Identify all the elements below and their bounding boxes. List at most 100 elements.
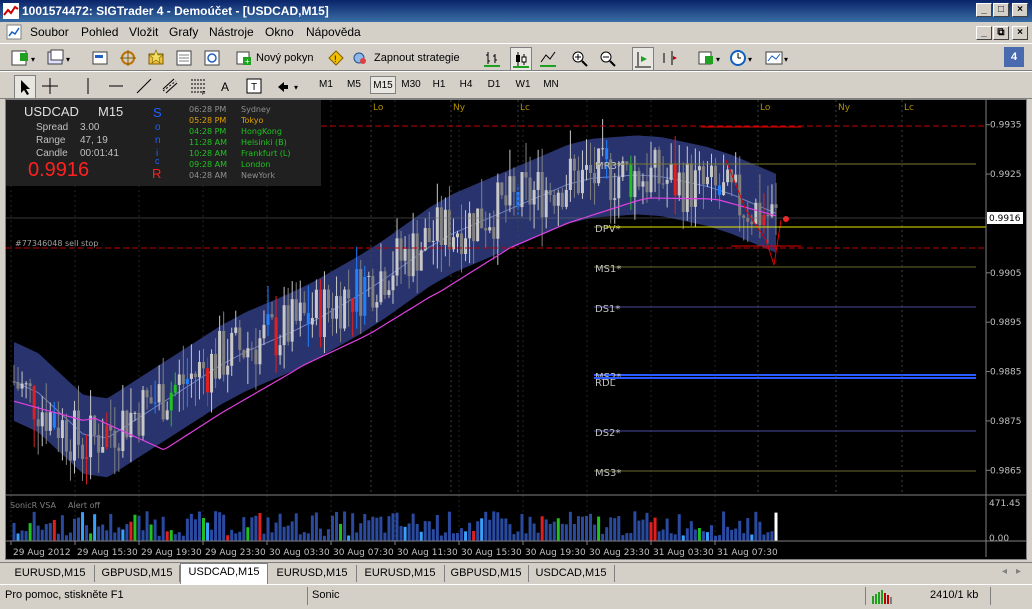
price-chart[interactable]: MR3*DPV*MS1*DS1*MS2*RDLDS2*MS3* LoNyLcLo… — [6, 100, 1026, 559]
new-order-button[interactable]: + Nový pokyn — [236, 47, 313, 69]
menu-nastroje[interactable]: Nástroje — [209, 25, 254, 39]
horizontal-line-icon[interactable] — [106, 75, 126, 97]
menu-soubor[interactable]: Soubor — [30, 25, 69, 39]
tab-gbpusd-1[interactable]: GBPUSD,M15 — [95, 565, 180, 582]
tf-m5[interactable]: M5 — [342, 76, 366, 94]
candle-body — [375, 302, 379, 308]
cursor-icon[interactable] — [14, 75, 36, 99]
volume-bar — [484, 511, 488, 541]
trendline-icon[interactable] — [134, 75, 154, 97]
autoscroll-icon[interactable] — [632, 47, 654, 71]
candle-body — [12, 381, 16, 383]
candle-body — [242, 349, 246, 358]
tab-scroll-right-icon[interactable]: ▸ — [1016, 566, 1021, 577]
maximize-button[interactable]: □ — [993, 3, 1009, 17]
chart-window[interactable]: MR3*DPV*MS1*DS1*MS2*RDLDS2*MS3* LoNyLcLo… — [5, 99, 1027, 560]
navigator-icon[interactable] — [118, 47, 138, 69]
volume-bar — [576, 516, 580, 541]
child-restore-button[interactable]: ⧉ — [993, 26, 1009, 40]
market-watch-icon[interactable] — [90, 47, 110, 69]
menu-pohled[interactable]: Pohled — [81, 25, 118, 39]
indicators-icon[interactable]: ▾ — [696, 47, 724, 69]
tab-eurusd-1[interactable]: EURUSD,M15 — [6, 565, 95, 582]
tf-mn[interactable]: MN — [539, 76, 563, 94]
candle-body — [298, 302, 302, 321]
fibonacci-icon[interactable]: F — [188, 75, 208, 97]
tab-gbpusd-2[interactable]: GBPUSD,M15 — [444, 565, 529, 582]
close-button[interactable]: × — [1012, 3, 1028, 17]
chart-doc-icon[interactable] — [6, 24, 22, 40]
volume-bar — [443, 532, 447, 541]
tab-scroll-left-icon[interactable]: ◂ — [1002, 566, 1007, 577]
text-icon[interactable]: A — [216, 75, 236, 97]
minimize-button[interactable]: _ — [976, 3, 992, 17]
volume-bar — [508, 524, 512, 541]
volume-bar — [286, 525, 290, 541]
line-chart-icon[interactable] — [538, 47, 558, 69]
channel-icon[interactable] — [160, 75, 180, 97]
periods-clock-icon[interactable]: ▾ — [728, 47, 756, 69]
candle-body — [169, 392, 173, 411]
candle-body — [685, 163, 689, 213]
candle-body — [157, 384, 161, 403]
child-minimize-button[interactable]: _ — [976, 26, 992, 40]
profiles-icon[interactable]: ▾ — [46, 47, 74, 69]
candle-body — [149, 397, 153, 404]
tf-h4[interactable]: H4 — [455, 76, 477, 94]
candle-body — [657, 149, 661, 184]
volume-bar — [278, 513, 282, 541]
volume-bar — [673, 534, 677, 541]
terminal-icon[interactable] — [174, 47, 194, 69]
autotrading-icon[interactable]: ! — [326, 47, 346, 69]
tab-usdcad-active[interactable]: USDCAD,M15 — [180, 563, 268, 584]
volume-bar — [693, 529, 697, 541]
candle-body — [201, 362, 205, 369]
candle-body — [419, 250, 423, 271]
volume-bar — [585, 516, 589, 541]
volume-bar — [593, 524, 597, 541]
tester-icon[interactable] — [202, 47, 222, 69]
bar-chart-icon[interactable] — [482, 47, 502, 69]
text-label-icon[interactable]: T — [244, 75, 264, 97]
svg-text:A: A — [221, 80, 229, 94]
candle-body — [97, 435, 101, 453]
new-chart-icon[interactable]: ▾ — [10, 47, 38, 69]
favorites-icon[interactable] — [146, 47, 166, 69]
menu-napoveda[interactable]: Nápověda — [306, 25, 361, 39]
tf-m15[interactable]: M15 — [370, 76, 396, 94]
candle-body — [367, 275, 371, 277]
tf-w1[interactable]: W1 — [511, 76, 535, 94]
chart-shift-icon[interactable] — [660, 47, 680, 69]
tf-d1[interactable]: D1 — [483, 76, 505, 94]
crosshair-icon[interactable] — [40, 75, 60, 97]
candlestick-chart-icon[interactable] — [510, 47, 532, 71]
menu-vlozit[interactable]: Vložit — [129, 25, 158, 39]
candle-body — [48, 412, 52, 431]
svg-text:+: + — [245, 57, 250, 66]
tab-eurusd-3[interactable]: EURUSD,M15 — [356, 565, 445, 582]
candle-body — [524, 172, 528, 178]
tab-usdcad-2[interactable]: USDCAD,M15 — [528, 565, 615, 582]
arrows-icon[interactable]: ▾ — [274, 75, 302, 97]
zoom-in-icon[interactable] — [570, 47, 590, 69]
tf-h1[interactable]: H1 — [428, 76, 450, 94]
volume-bar — [455, 533, 459, 541]
tf-m30[interactable]: M30 — [398, 76, 424, 94]
menu-okno[interactable]: Okno — [265, 25, 294, 39]
connection-icon — [872, 590, 892, 604]
child-close-button[interactable]: × — [1012, 26, 1028, 40]
time-tick-label: 29 Aug 2012 — [13, 548, 71, 558]
menu-grafy[interactable]: Grafy — [169, 25, 198, 39]
volume-bar — [56, 533, 60, 541]
volume-bar — [532, 523, 536, 541]
indicator-min: 0.00 — [989, 534, 1009, 544]
notification-badge-icon[interactable]: 4 — [1004, 47, 1024, 67]
tab-eurusd-2[interactable]: EURUSD,M15 — [268, 565, 357, 582]
tf-m1[interactable]: M1 — [314, 76, 338, 94]
enable-strategy-button[interactable]: Zapnout strategie — [352, 47, 460, 69]
volume-bar — [250, 517, 254, 541]
standard-toolbar: ▾ ▾ + Nový pokyn ! Zapnout strategie ▾ ▾… — [0, 43, 1032, 71]
templates-icon[interactable]: ▾ — [764, 47, 792, 69]
vertical-line-icon[interactable] — [78, 75, 98, 97]
zoom-out-icon[interactable] — [598, 47, 618, 69]
